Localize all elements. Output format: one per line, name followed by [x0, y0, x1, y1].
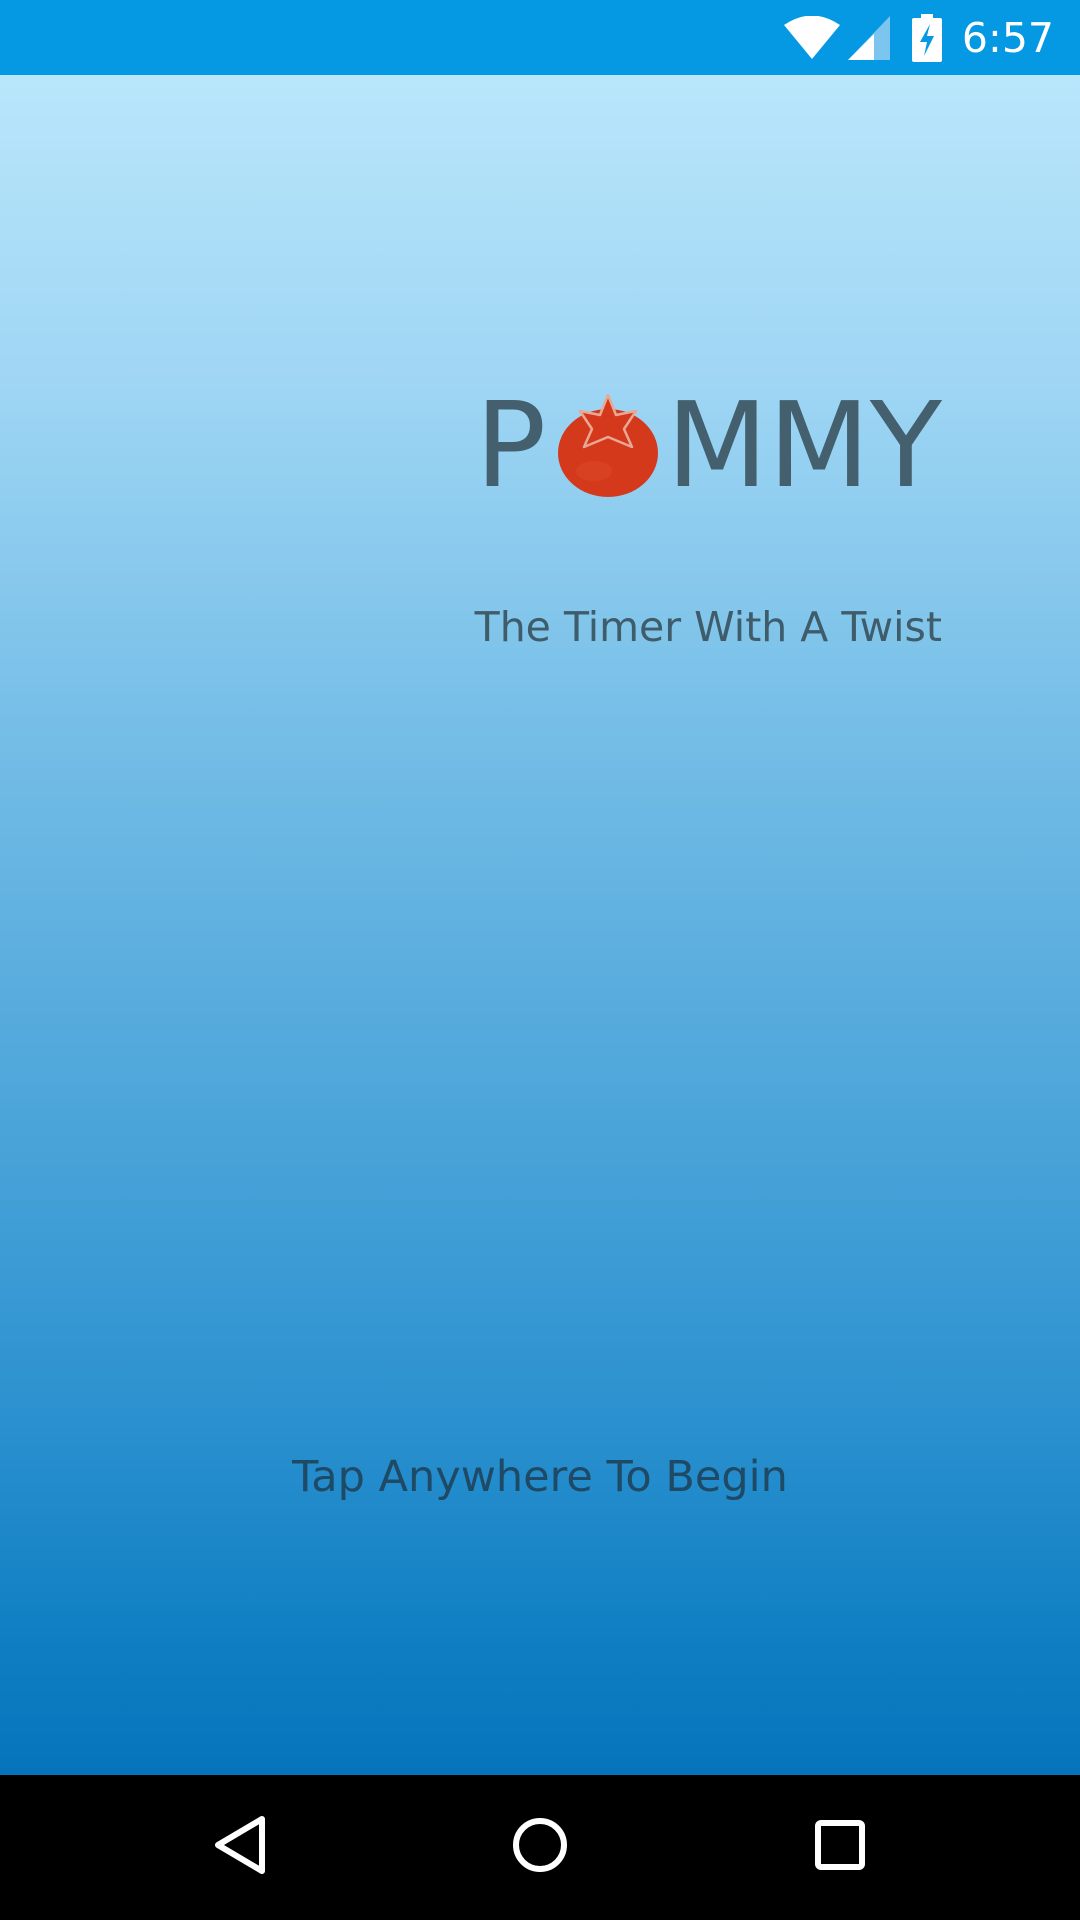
battery-charging-icon	[911, 13, 942, 62]
home-icon	[512, 1817, 568, 1878]
status-icons: 6:57	[783, 0, 1054, 75]
screen: 6:57 P MMY The Timer With A Twist Tap An…	[0, 0, 1080, 1920]
recents-icon	[814, 1819, 866, 1876]
tap-to-begin-area[interactable]: P MMY The Timer With A Twist Tap Anywher…	[0, 75, 1080, 1775]
back-button[interactable]	[180, 1775, 300, 1920]
app-logo: P MMY	[475, 385, 942, 505]
tap-to-begin-label[interactable]: Tap Anywhere To Begin	[0, 1452, 1080, 1502]
app-tagline: The Timer With A Twist	[474, 603, 942, 651]
back-icon	[212, 1815, 268, 1880]
logo-text-end: MMY	[666, 376, 942, 514]
navigation-bar	[0, 1775, 1080, 1920]
status-bar: 6:57	[0, 0, 1080, 75]
recents-button[interactable]	[780, 1775, 900, 1920]
wifi-icon	[783, 15, 840, 60]
tomato-icon	[556, 391, 660, 499]
cell-signal-icon	[847, 15, 890, 60]
home-button[interactable]	[480, 1775, 600, 1920]
logo-text-start: P	[475, 376, 547, 514]
status-clock: 6:57	[961, 13, 1054, 62]
